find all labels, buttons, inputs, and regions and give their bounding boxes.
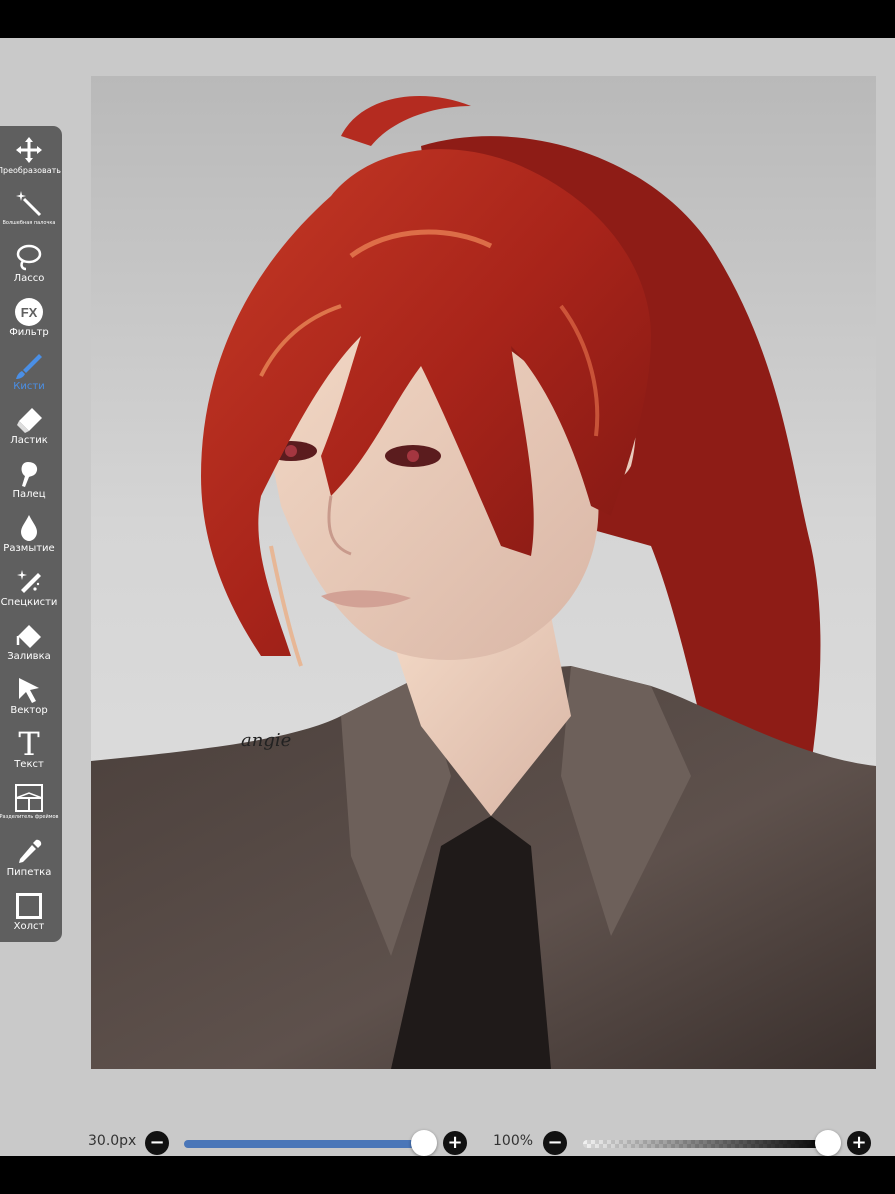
tool-label: Холст xyxy=(13,921,45,932)
vector-arrow-icon xyxy=(13,674,45,706)
canvas-icon xyxy=(13,890,45,922)
blur-drop-icon xyxy=(13,512,45,544)
tool-label: Лассо xyxy=(13,273,45,284)
tool-magic-wand[interactable]: Волшебная палочка xyxy=(0,186,58,240)
plus-icon: + xyxy=(851,1132,867,1153)
opacity-slider[interactable] xyxy=(583,1140,828,1148)
opacity-value: 100% xyxy=(493,1133,534,1149)
tool-fx-filter[interactable]: FX Фильтр xyxy=(0,294,58,348)
artist-signature: angie xyxy=(241,730,291,751)
tool-fill-bucket[interactable]: Заливка xyxy=(0,618,58,672)
tool-label: Размытие xyxy=(3,543,55,554)
brush-size-slider[interactable] xyxy=(184,1140,424,1148)
brush-control-bar: 30.0px − + 100% − + xyxy=(0,1123,895,1156)
brush-size-value: 30.0px xyxy=(88,1133,137,1149)
tool-frame-divider[interactable]: Разделитель фреймов xyxy=(0,780,59,834)
brush-size-decrease-button[interactable]: − xyxy=(145,1131,169,1155)
tool-label: Спецкисти xyxy=(0,597,58,608)
tool-palette: Преобразовать Волшебная палочка Лассо FX Фил… xyxy=(0,126,62,942)
plus-icon: + xyxy=(447,1132,463,1153)
tool-label: Текст xyxy=(14,759,44,770)
tool-label: Разделитель фреймов xyxy=(0,814,59,820)
eyedropper-icon xyxy=(13,836,45,868)
minus-icon: − xyxy=(547,1132,563,1153)
eraser-icon xyxy=(13,404,45,436)
tool-label: Палец xyxy=(12,489,46,500)
smudge-finger-icon xyxy=(13,458,45,490)
move-arrows-icon xyxy=(13,134,45,166)
magic-wand-icon xyxy=(13,188,45,220)
opacity-increase-button[interactable]: + xyxy=(847,1131,871,1155)
tool-smudge-finger[interactable]: Палец xyxy=(0,456,58,510)
brush-icon xyxy=(13,350,45,382)
tool-lasso[interactable]: Лассо xyxy=(0,240,58,294)
tool-blur-drop[interactable]: Размытие xyxy=(0,510,58,564)
tool-label: Заливка xyxy=(7,651,51,662)
tool-label: Вектор xyxy=(10,705,48,716)
text-icon: T xyxy=(18,725,40,763)
tool-label: Фильтр xyxy=(9,327,49,338)
special-brush-icon xyxy=(13,566,45,598)
tool-eraser[interactable]: Ластик xyxy=(0,402,58,456)
lasso-icon xyxy=(13,242,45,274)
tool-vector-arrow[interactable]: Вектор xyxy=(0,672,58,726)
tool-move-arrows[interactable]: Преобразовать xyxy=(0,132,61,186)
fill-bucket-icon xyxy=(13,620,45,652)
frame-divider-icon xyxy=(13,782,45,814)
tool-brush[interactable]: Кисти xyxy=(0,348,58,402)
artwork: angie xyxy=(91,96,876,1069)
brush-size-slider-handle[interactable] xyxy=(411,1130,437,1156)
minus-icon: − xyxy=(149,1132,165,1153)
tool-eyedropper[interactable]: Пипетка xyxy=(0,834,58,888)
fx-filter-icon: FX xyxy=(13,296,45,328)
opacity-decrease-button[interactable]: − xyxy=(543,1131,567,1155)
brush-size-increase-button[interactable]: + xyxy=(443,1131,467,1155)
tool-label: Ластик xyxy=(10,435,48,446)
opacity-slider-handle[interactable] xyxy=(815,1130,841,1156)
workspace: angie Преобразовать Волшебная палочка Ласс… xyxy=(0,38,895,1156)
tool-label: Преобразовать xyxy=(0,166,61,175)
tool-label: Кисти xyxy=(13,381,45,392)
tool-label: Волшебная палочка xyxy=(2,220,56,226)
tool-text[interactable]: T Текст xyxy=(0,726,58,780)
drawing-canvas[interactable]: angie xyxy=(91,76,876,1069)
tool-canvas[interactable]: Холст xyxy=(0,888,58,942)
tool-special-brush[interactable]: Спецкисти xyxy=(0,564,58,618)
tool-label: Пипетка xyxy=(6,867,52,878)
